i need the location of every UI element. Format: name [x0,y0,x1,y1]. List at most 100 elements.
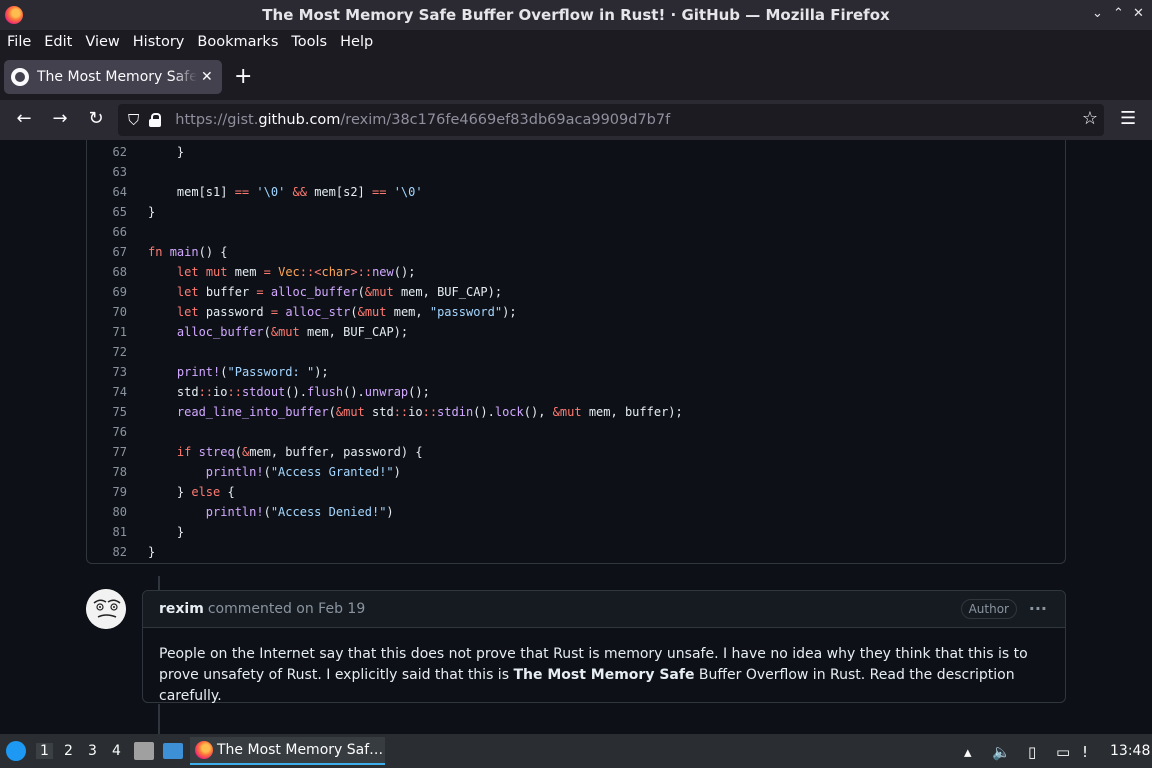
comment-body: People on the Internet say that this doe… [159,646,1028,704]
line-number[interactable]: 71 [87,325,127,339]
line-number[interactable]: 74 [87,385,127,399]
avatar[interactable] [86,589,126,629]
line-number[interactable]: 81 [87,525,127,539]
line-code: } [148,545,156,559]
tray-arrow-icon[interactable]: ▴ [964,743,972,761]
line-number[interactable]: 72 [87,345,127,359]
line-code: print!("Password: "); [176,365,329,379]
volume-icon[interactable]: 🔈 [992,743,1011,761]
file-manager-icon[interactable] [134,742,154,760]
code-line: 68 let mut mem = Vec::<char>::new(); [87,262,683,282]
code-line: 74 std::io::stdout().flush().unwrap(); [87,382,683,402]
menu-file[interactable]: File [1,34,37,50]
timeline-connector-bottom [158,704,160,734]
line-code: } else { [148,485,235,499]
line-number[interactable]: 82 [87,545,127,559]
line-number[interactable]: 75 [87,405,127,419]
line-code: mem[s1] == '\0' && mem[s2] == '\0' [148,185,423,199]
close-window-icon[interactable]: ✕ [1133,6,1144,21]
url-bar[interactable]: ⛉ https://gist.github.com/rexim/38c176fe… [118,104,1104,136]
window-titlebar: The Most Memory Safe Buffer Overflow in … [0,0,1152,30]
forward-button[interactable]: → [48,108,72,129]
line-code: let buffer = alloc_buffer(&mut mem, BUF_… [176,285,503,299]
code-line: 62 } [87,142,683,162]
code-line: 71 alloc_buffer(&mut mem, BUF_CAP); [87,322,683,342]
code-line: 67 fn main() { [87,242,683,262]
notification-icon[interactable]: ! [1082,743,1088,761]
comment-card: rexim commented on Feb 19 Author ··· Peo… [142,590,1066,704]
network-icon[interactable]: ▭ [1056,743,1070,761]
code-lines: 62 } 63 64 mem[s1] == '\0' && mem[s2] == '… [87,142,683,562]
firefox-icon [195,741,213,759]
code-line: 64 mem[s1] == '\0' && mem[s2] == '\0' [87,182,683,202]
url-text[interactable]: https://gist.github.com/rexim/38c176fe46… [175,112,670,128]
more-options-icon[interactable]: ··· [1029,599,1047,618]
line-number[interactable]: 69 [87,285,127,299]
tracking-shield-icon[interactable]: ⛉ [128,111,139,129]
code-line: 82} [87,542,683,562]
line-code: read_line_into_buffer(&mut std::io::stdi… [176,405,683,419]
bookmark-star-icon[interactable]: ☆ [1082,108,1098,129]
lock-icon[interactable] [149,113,162,127]
line-number[interactable]: 77 [87,445,127,459]
code-line: 65} [87,202,683,222]
menu-tools[interactable]: Tools [285,34,333,50]
line-code: } [148,145,185,159]
line-number[interactable]: 73 [87,365,127,379]
line-code: if streq(&mem, buffer, password) { [176,445,423,459]
line-number[interactable]: 66 [87,225,127,239]
workspace-3[interactable]: 3 [88,743,97,759]
menu-bookmarks[interactable]: Bookmarks [191,34,284,50]
line-number[interactable]: 64 [87,185,127,199]
line-code: let mut mem = Vec::<char>::new(); [176,265,416,279]
page-content: 62 } 63 64 mem[s1] == '\0' && mem[s2] == '… [0,140,1152,734]
comment-author[interactable]: rexim [159,601,204,617]
clock: 13:48 [1110,743,1151,759]
line-code: std::io::stdout().flush().unwrap(); [148,385,430,399]
line-number[interactable]: 68 [87,265,127,279]
workspace-1[interactable]: 1 [36,743,53,759]
line-code: } [148,205,156,219]
window-title: The Most Memory Safe Buffer Overflow in … [262,6,890,24]
comment-timestamp[interactable]: commented on Feb 19 [208,601,365,617]
tab-strip: The Most Memory Safe Buffer Overflow in … [0,54,1152,100]
line-code: println!("Access Granted!") [205,465,401,479]
app-launcher-icon[interactable] [6,741,26,761]
workspace-2[interactable]: 2 [64,743,73,759]
reload-button[interactable]: ↻ [84,108,108,129]
line-number[interactable]: 78 [87,465,127,479]
firefox-logo-icon [5,6,23,24]
app-menu-icon[interactable]: ☰ [1120,108,1136,129]
back-button[interactable]: ← [12,108,36,129]
task-label: The Most Memory Saf… [217,742,384,758]
navigation-bar: ← → ↻ ⛉ https://gist.github.com/rexim/38… [0,100,1152,140]
show-desktop-icon[interactable] [163,743,183,759]
code-line: 78 println!("Access Granted!") [87,462,683,482]
line-number[interactable]: 63 [87,165,127,179]
menu-history[interactable]: History [127,34,191,50]
taskbar-firefox-task[interactable]: The Most Memory Saf… [190,737,385,765]
close-tab-icon[interactable]: ✕ [201,69,213,85]
line-code: println!("Access Denied!") [205,505,394,519]
new-tab-button[interactable]: + [234,64,252,89]
line-number[interactable]: 80 [87,505,127,519]
menu-help[interactable]: Help [334,34,379,50]
line-number[interactable]: 76 [87,425,127,439]
line-number[interactable]: 70 [87,305,127,319]
line-number[interactable]: 65 [87,205,127,219]
comment-header: rexim commented on Feb 19 Author ··· [143,591,1065,628]
code-line: 80 println!("Access Denied!") [87,502,683,522]
menu-view[interactable]: View [79,34,125,50]
minimize-icon[interactable]: ⌄ [1092,6,1103,21]
line-number[interactable]: 79 [87,485,127,499]
tab-title: The Most Memory Safe Buffer Overflow in … [37,69,197,85]
menu-edit[interactable]: Edit [38,34,78,50]
workspace-4[interactable]: 4 [112,743,121,759]
code-line: 73 print!("Password: "); [87,362,683,382]
tab-gist[interactable]: The Most Memory Safe Buffer Overflow in … [4,60,222,94]
code-line: 72 [87,342,683,362]
maximize-icon[interactable]: ⌃ [1113,6,1124,21]
line-number[interactable]: 62 [87,145,127,159]
line-number[interactable]: 67 [87,245,127,259]
clipboard-icon[interactable]: ▯ [1028,743,1036,761]
